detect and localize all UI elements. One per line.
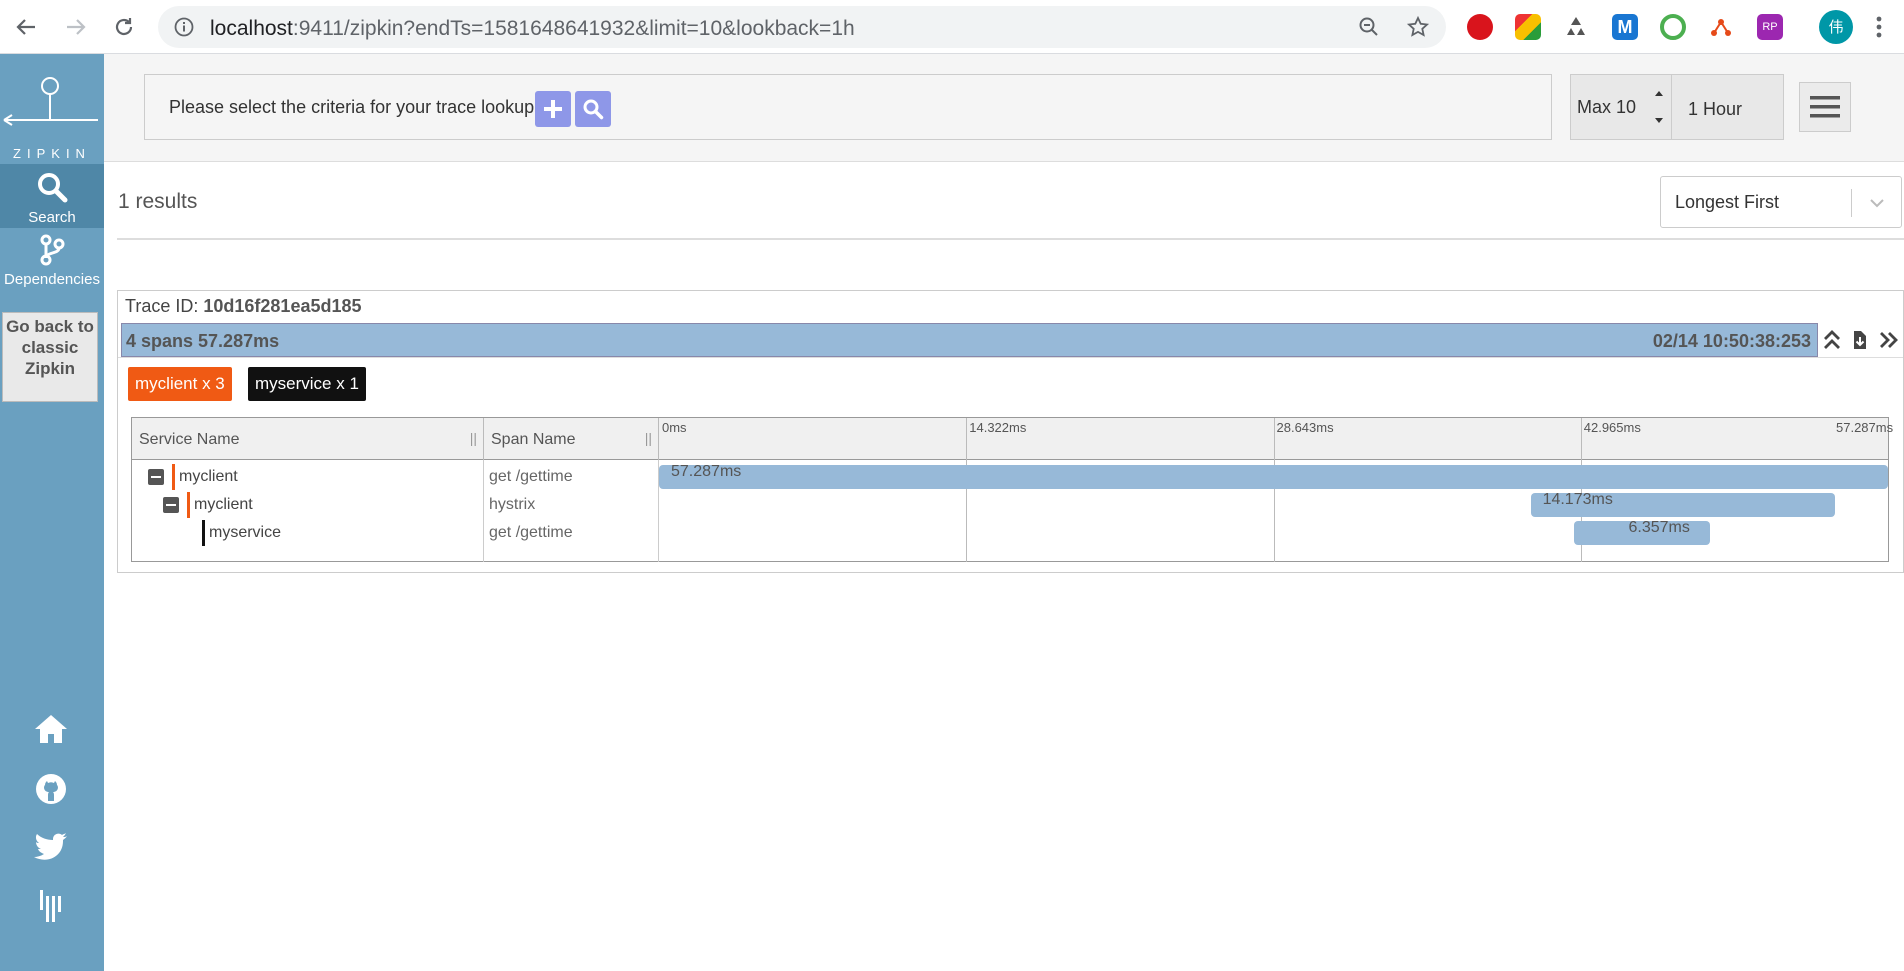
trace-actions bbox=[1818, 323, 1904, 357]
span-name-column-header[interactable]: Span Name || bbox=[484, 418, 659, 460]
nav-search-label: Search bbox=[28, 209, 76, 226]
recycle-extension-icon[interactable] bbox=[1563, 14, 1589, 40]
select-divider bbox=[1851, 189, 1852, 217]
lookback-value: 1 Hour bbox=[1688, 99, 1743, 119]
service-color-marker bbox=[172, 464, 175, 490]
m-extension-icon[interactable]: M bbox=[1612, 14, 1638, 40]
lookback-select[interactable]: 1 Hour bbox=[1672, 74, 1784, 140]
span-duration-label: 14.173ms bbox=[1542, 491, 1613, 508]
extension-icon[interactable] bbox=[1515, 14, 1541, 40]
sort-order-select[interactable]: Longest First bbox=[1660, 176, 1902, 228]
trace-row-separator bbox=[118, 357, 1903, 358]
forward-icon[interactable] bbox=[58, 9, 94, 45]
span-name: get /gettime bbox=[489, 468, 573, 485]
back-icon[interactable] bbox=[8, 9, 44, 45]
span-name: hystrix bbox=[489, 496, 536, 513]
chevron-down-icon bbox=[1870, 199, 1884, 208]
service-badge-myservice[interactable]: myservice x 1 bbox=[248, 367, 366, 401]
zipkin-logo-icon bbox=[3, 77, 98, 126]
nav-dependencies-label: Dependencies bbox=[4, 271, 100, 288]
trace-id: Trace ID: 10d16f281ea5d185 bbox=[125, 296, 362, 316]
zoom-icon[interactable] bbox=[1358, 16, 1380, 38]
add-criteria-button[interactable] bbox=[535, 91, 571, 127]
profile-avatar[interactable]: 伟 bbox=[1819, 10, 1853, 44]
timeline-tick-label: 0ms bbox=[662, 420, 687, 435]
search-icon bbox=[38, 173, 68, 203]
span-name: get /gettime bbox=[489, 524, 573, 541]
settings-menu-button[interactable] bbox=[1799, 82, 1851, 132]
span-duration-label: 57.287ms bbox=[671, 463, 742, 480]
compass-extension-icon[interactable] bbox=[1660, 14, 1686, 40]
trace-card: Trace ID: 10d16f281ea5d185 4 spans 57.28… bbox=[117, 290, 1904, 573]
browser-toolbar: localhost:9411/zipkin?endTs=158164864193… bbox=[0, 0, 1904, 54]
bookmark-star-icon[interactable] bbox=[1406, 15, 1430, 39]
gitter-icon[interactable] bbox=[32, 886, 70, 924]
column-resize-handle[interactable]: || bbox=[645, 430, 652, 446]
trace-timestamp: 02/14 10:50:38:253 bbox=[1652, 331, 1811, 351]
criteria-box[interactable]: Please select the criteria for your trac… bbox=[144, 74, 1552, 140]
search-icon bbox=[583, 99, 604, 120]
span-row[interactable]: myservice get /gettime 6.357ms bbox=[132, 516, 1888, 550]
sidebar: ZIPKIN Search Dependencies Go back to cl… bbox=[0, 54, 104, 971]
expand-trace-icon[interactable] bbox=[1879, 329, 1899, 351]
results-divider bbox=[117, 238, 1904, 240]
collapse-span-icon[interactable] bbox=[148, 469, 164, 485]
timeline-tick-label: 28.643ms bbox=[1276, 420, 1334, 435]
results-count: 1 results bbox=[118, 190, 198, 213]
timeline-tick-label: 57.287ms bbox=[1836, 420, 1894, 435]
service-color-marker bbox=[187, 492, 190, 518]
service-color-marker bbox=[202, 520, 205, 546]
zipkin-logo[interactable]: ZIPKIN bbox=[0, 74, 104, 164]
twitter-icon[interactable] bbox=[32, 828, 70, 866]
timeline-tick-label: 42.965ms bbox=[1583, 420, 1641, 435]
download-icon[interactable] bbox=[1851, 329, 1869, 351]
trace-summary: 4 spans 57.287ms bbox=[126, 331, 280, 351]
adblock-extension-icon[interactable] bbox=[1467, 14, 1493, 40]
address-bar[interactable]: localhost:9411/zipkin?endTs=158164864193… bbox=[158, 6, 1446, 48]
span-timeline-table: Service Name || Span Name || 0ms 14.322ms 28… bbox=[131, 417, 1893, 562]
stepper-arrows-icon[interactable] bbox=[1653, 87, 1665, 127]
url-text: localhost:9411/zipkin?endTs=158164864193… bbox=[210, 17, 855, 40]
criteria-text: Please select the criteria for your trac… bbox=[169, 97, 540, 117]
github-icon[interactable] bbox=[32, 770, 70, 808]
reload-icon[interactable] bbox=[106, 9, 142, 45]
nav-search[interactable]: Search bbox=[0, 164, 104, 228]
rp-extension-icon[interactable]: RP bbox=[1757, 14, 1783, 40]
nav-dependencies[interactable]: Dependencies bbox=[0, 230, 104, 294]
collapse-all-icon[interactable] bbox=[1823, 329, 1841, 351]
logo-text: ZIPKIN bbox=[13, 146, 91, 161]
browser-menu-icon[interactable] bbox=[1874, 14, 1884, 40]
span-duration-bar[interactable] bbox=[659, 465, 1888, 489]
sort-order-value: Longest First bbox=[1675, 192, 1780, 212]
limit-value: Max 10 bbox=[1577, 97, 1637, 117]
column-resize-handle[interactable]: || bbox=[470, 430, 477, 446]
span-service-name: myclient bbox=[179, 468, 238, 485]
search-submit-button[interactable] bbox=[575, 91, 611, 127]
service-badge-myclient[interactable]: myclient x 3 bbox=[128, 367, 232, 401]
span-service-name: myclient bbox=[194, 496, 253, 513]
search-header: Please select the criteria for your trac… bbox=[104, 54, 1904, 162]
span-duration-label: 6.357ms bbox=[1628, 519, 1690, 536]
limit-stepper[interactable]: Max 10 bbox=[1570, 74, 1672, 140]
table-header: Service Name || Span Name || 0ms 14.322ms 28… bbox=[132, 418, 1893, 460]
classic-zipkin-button[interactable]: Go back to classic Zipkin bbox=[2, 312, 98, 402]
collapse-span-icon[interactable] bbox=[163, 497, 179, 513]
dependencies-icon bbox=[40, 234, 65, 266]
trace-summary-bar[interactable]: 4 spans 57.287ms 02/14 10:50:38:253 bbox=[121, 323, 1818, 357]
timeline-tick-label: 14.322ms bbox=[969, 420, 1027, 435]
plus-icon bbox=[544, 100, 562, 118]
info-icon[interactable] bbox=[174, 17, 194, 37]
hamburger-icon bbox=[1810, 96, 1840, 118]
home-icon[interactable] bbox=[32, 710, 70, 748]
service-name-column-header[interactable]: Service Name || bbox=[132, 418, 484, 460]
span-service-name: myservice bbox=[209, 524, 282, 541]
network-extension-icon[interactable] bbox=[1708, 14, 1734, 40]
